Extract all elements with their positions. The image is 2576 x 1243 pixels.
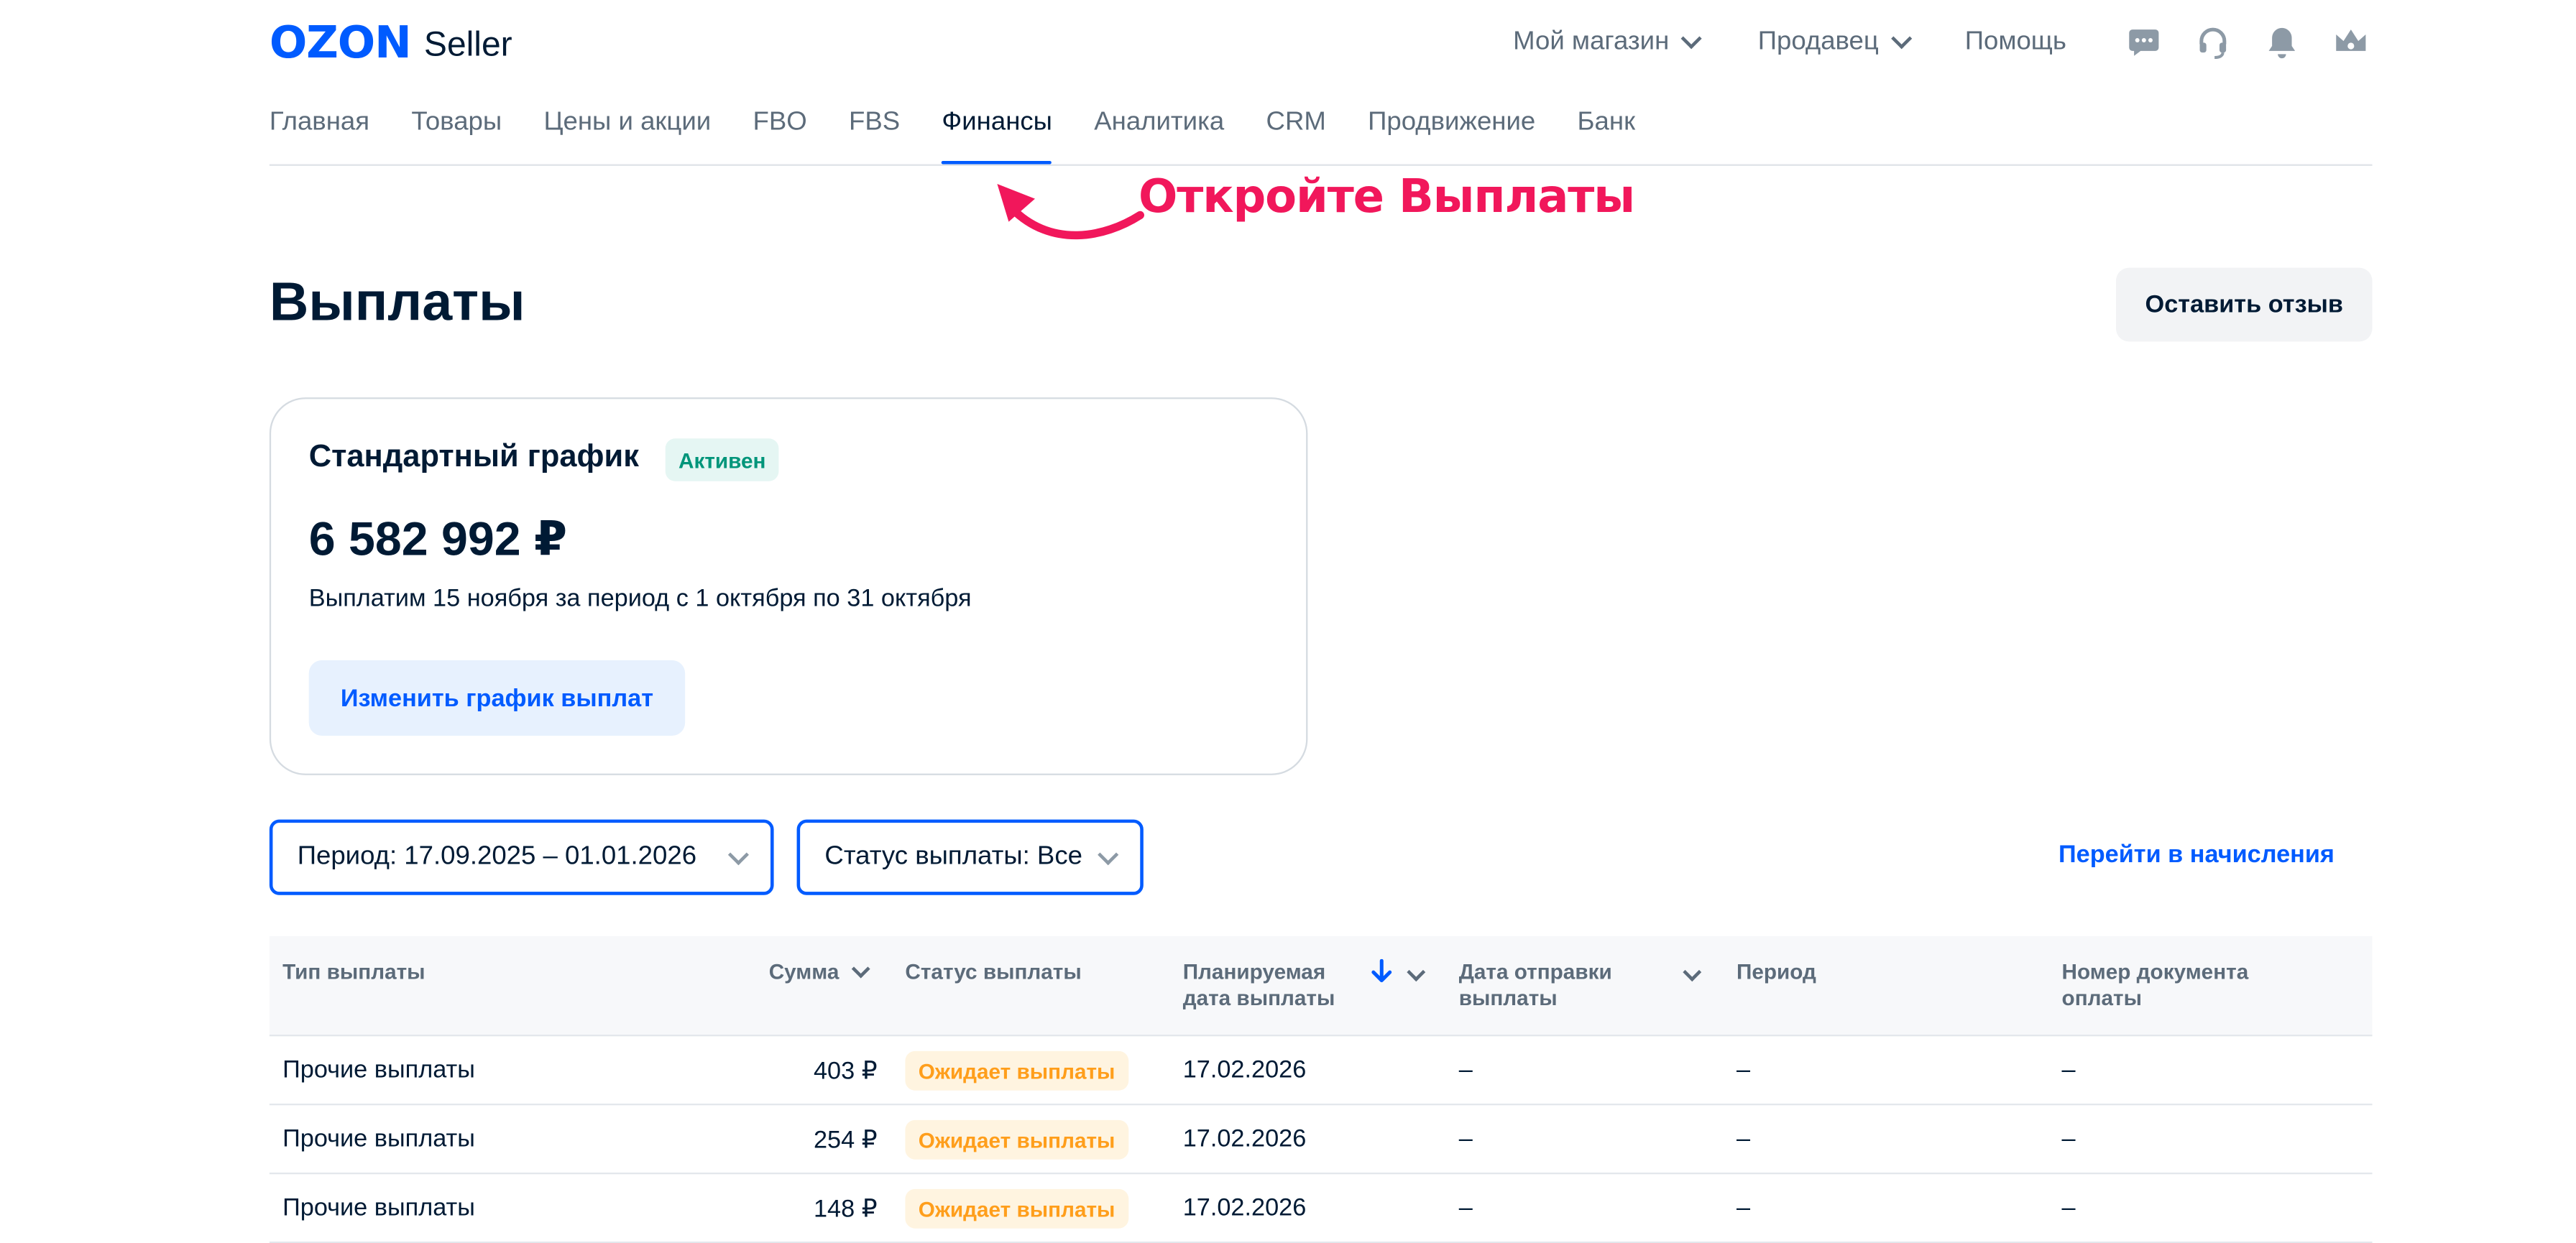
table-header: Тип выплаты Сумма Статус выплаты Планиру… — [269, 935, 2373, 1037]
col-sent-date-line2: выплаты — [1458, 985, 1558, 1010]
top-menu-help-label: Помощь — [1964, 27, 2066, 56]
cell-sum: 148 ₽ — [813, 1195, 878, 1224]
col-doc-number-line1: Номер документа — [2061, 958, 2249, 984]
col-sent-date[interactable]: Дата отправки выплаты — [1459, 959, 1612, 1012]
col-period: Период — [1736, 958, 1816, 984]
cell-period: – — [1736, 1055, 1751, 1084]
tab-products[interactable]: Товары — [411, 108, 502, 165]
tab-fbo[interactable]: FBO — [753, 108, 807, 165]
tab-finance[interactable]: Финансы — [942, 108, 1053, 165]
tab-crm[interactable]: CRM — [1266, 108, 1326, 165]
cell-doc-number: – — [2061, 1124, 2076, 1153]
col-doc-number-line2: оплаты — [2061, 985, 2142, 1010]
tab-prices-promos[interactable]: Цены и акции — [543, 108, 711, 165]
col-doc-number: Номер документа оплаты — [2062, 959, 2249, 1012]
tab-bank[interactable]: Банк — [1578, 108, 1636, 165]
col-sent-date-line1: Дата отправки — [1458, 958, 1612, 984]
col-status: Статус выплаты — [905, 958, 1082, 984]
chevron-down-icon[interactable] — [1407, 963, 1426, 982]
period-filter[interactable]: Период: 17.09.2025 – 01.01.2026 — [269, 819, 774, 895]
schedule-status-badge: Активен — [665, 438, 779, 481]
main-nav: Главная Товары Цены и акции FBO FBS Фина… — [270, 108, 1678, 165]
col-type: Тип выплаты — [282, 958, 426, 984]
tab-main[interactable]: Главная — [270, 108, 369, 165]
table-row[interactable]: Прочие выплаты 254 ₽ Ожидает выплаты 17.… — [269, 1105, 2373, 1175]
bell-icon[interactable] — [2264, 24, 2300, 60]
cell-period: – — [1736, 1193, 1751, 1222]
cell-type: Прочие выплаты — [282, 1055, 475, 1084]
col-planned-date-line2: дата выплаты — [1182, 985, 1335, 1010]
cell-planned-date: 17.02.2026 — [1182, 1055, 1307, 1084]
table-row[interactable]: Прочие выплаты 403 ₽ Ожидает выплаты 17.… — [269, 1036, 2373, 1106]
chevron-down-icon — [1098, 844, 1119, 866]
annotation-arrow-icon — [997, 183, 1144, 240]
chevron-down-icon — [727, 844, 749, 866]
cell-planned-date: 17.02.2026 — [1182, 1193, 1307, 1222]
cell-sent-date: – — [1458, 1193, 1473, 1222]
chevron-down-icon — [1680, 28, 1702, 50]
cell-period: – — [1736, 1124, 1751, 1153]
logo-brand: OZON — [269, 17, 412, 68]
status-badge: Ожидает выплаты — [905, 1119, 1128, 1160]
chevron-down-icon — [1890, 28, 1912, 50]
cell-sum: 254 ₽ — [813, 1126, 878, 1155]
cell-sent-date: – — [1458, 1124, 1473, 1153]
top-menu-seller[interactable]: Продавец — [1757, 23, 1912, 63]
leave-feedback-button[interactable]: Оставить отзыв — [2115, 267, 2373, 342]
status-badge: Ожидает выплаты — [905, 1188, 1128, 1229]
cell-doc-number: – — [2061, 1193, 2076, 1222]
annotation-text: Откройте Выплаты — [1138, 169, 1635, 223]
col-sum-label: Сумма — [768, 958, 840, 984]
payout-description: Выплатим 15 ноября за период с 1 октября… — [308, 584, 972, 613]
change-schedule-button[interactable]: Изменить график выплат — [308, 660, 686, 736]
payout-amount: 6 582 992 ₽ — [308, 514, 568, 567]
chevron-down-icon — [851, 959, 870, 979]
ozon-seller-logo[interactable]: OZON Seller — [270, 18, 512, 68]
schedule-title: Стандартный график — [308, 440, 639, 475]
status-badge: Ожидает выплаты — [905, 1050, 1128, 1091]
cell-doc-number: – — [2061, 1055, 2076, 1084]
top-menu-help[interactable]: Помощь — [1965, 23, 2066, 63]
crown-icon[interactable] — [2333, 24, 2369, 60]
tab-promotion[interactable]: Продвижение — [1368, 108, 1535, 165]
status-filter[interactable]: Статус выплаты: Все — [796, 819, 1144, 895]
table-row[interactable]: Прочие выплаты 148 ₽ Ожидает выплаты 17.… — [269, 1174, 2373, 1243]
cell-sent-date: – — [1458, 1055, 1473, 1084]
chat-icon[interactable] — [2126, 24, 2162, 60]
col-planned-date-line1: Планируемая — [1182, 958, 1326, 984]
col-sum[interactable]: Сумма — [768, 958, 870, 986]
top-menu-store-label: Мой магазин — [1513, 27, 1670, 56]
cell-type: Прочие выплаты — [282, 1193, 475, 1222]
cell-type: Прочие выплаты — [282, 1124, 475, 1153]
cell-planned-date: 17.02.2026 — [1182, 1124, 1307, 1153]
tab-analytics[interactable]: Аналитика — [1094, 108, 1224, 165]
col-planned-date[interactable]: Планируемая дата выплаты — [1183, 959, 1335, 1012]
top-menu-store[interactable]: Мой магазин — [1513, 23, 1702, 63]
top-menu-seller-label: Продавец — [1757, 27, 1879, 56]
status-filter-label: Статус выплаты: Все — [824, 842, 1082, 871]
page-title: Выплаты — [269, 271, 525, 332]
nav-divider — [269, 164, 2373, 166]
page: OZON Seller Мой магазин Продавец Помощь … — [0, 0, 2576, 1243]
goto-accruals-link[interactable]: Перейти в начисления — [2058, 841, 2334, 869]
cell-sum: 403 ₽ — [813, 1057, 878, 1086]
period-filter-label: Период: 17.09.2025 – 01.01.2026 — [297, 842, 697, 871]
chevron-down-icon[interactable] — [1683, 963, 1702, 982]
tab-fbs[interactable]: FBS — [849, 108, 900, 165]
headset-icon[interactable] — [2195, 24, 2231, 60]
sort-arrow-down-icon[interactable] — [1370, 958, 1393, 986]
logo-product: Seller — [423, 26, 512, 65]
